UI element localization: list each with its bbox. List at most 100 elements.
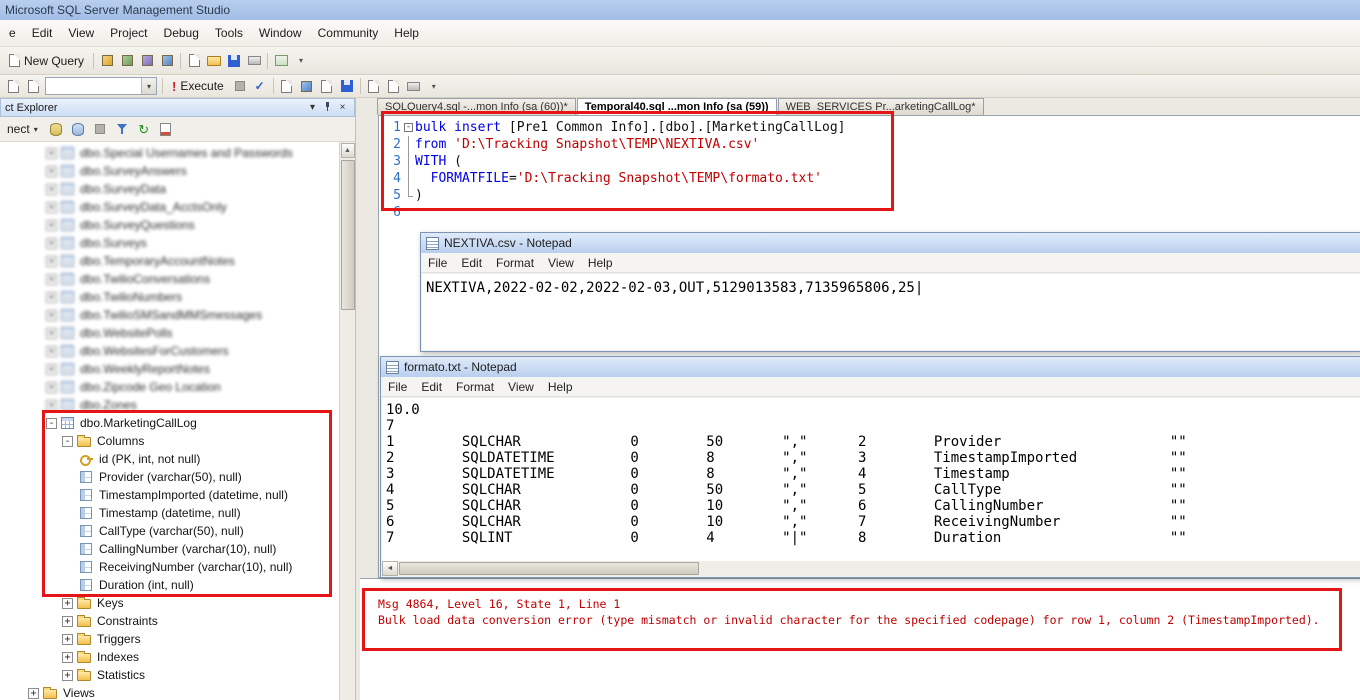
tree-item-column-8[interactable]: Duration (int, null): [0, 576, 339, 594]
notepad-nextiva-title-bar[interactable]: NEXTIVA.csv - Notepad: [421, 233, 1360, 253]
notepad-formato-title-bar[interactable]: formato.txt - Notepad: [381, 357, 1360, 377]
expand-icon[interactable]: +: [46, 201, 57, 213]
formato-txt-content[interactable]: 10.0 7 1 SQLCHAR 0 50 "," 2 Provider "" …: [382, 398, 1360, 561]
csv-menu-edit[interactable]: Edit: [454, 254, 489, 272]
tree-item-table-2[interactable]: + dbo.SurveyAnswers: [0, 162, 339, 180]
nextiva-csv-content[interactable]: NEXTIVA,2022-02-02,2022-02-03,OUT,512901…: [422, 274, 1360, 350]
filter-icon[interactable]: [112, 120, 132, 138]
expand-icon[interactable]: +: [62, 651, 73, 663]
csv-menu-view[interactable]: View: [541, 254, 581, 272]
toolbar-overflow-icon[interactable]: ▾: [291, 52, 311, 70]
results-file-icon[interactable]: [337, 77, 357, 95]
scrollbar-thumb[interactable]: [399, 562, 699, 575]
combobox-dropdown-icon[interactable]: ▾: [141, 78, 156, 94]
expand-icon[interactable]: +: [62, 597, 73, 609]
expand-icon[interactable]: +: [46, 147, 57, 159]
tree-item-column-3[interactable]: TimestampImported (datetime, null): [0, 486, 339, 504]
tree-item-table-4[interactable]: + dbo.SurveyData_AcctsOnly: [0, 198, 339, 216]
code-line-4[interactable]: 4 FORMATFILE='D:\Tracking Snapshot\TEMP\…: [379, 170, 1360, 187]
tree-item-table-11[interactable]: + dbo.WebsitePolls: [0, 324, 339, 342]
stop-icon[interactable]: [90, 120, 110, 138]
comment-icon[interactable]: [364, 77, 384, 95]
tree-item-column-1[interactable]: id (PK, int, not null): [0, 450, 339, 468]
expand-icon[interactable]: +: [46, 237, 57, 249]
expand-icon[interactable]: +: [46, 327, 57, 339]
expand-icon[interactable]: +: [62, 669, 73, 681]
horizontal-scrollbar[interactable]: ◄: [382, 561, 1360, 576]
save-icon[interactable]: [224, 52, 244, 70]
tree-item-column-2[interactable]: Provider (varchar(50), null): [0, 468, 339, 486]
tree-item-folder-indexes[interactable]: + Indexes: [0, 648, 339, 666]
expand-icon[interactable]: +: [46, 381, 57, 393]
tree-item-marketingcalllog[interactable]: - dbo.MarketingCallLog: [0, 414, 339, 432]
connect-button[interactable]: nect ▾: [1, 119, 44, 139]
print-icon[interactable]: [244, 52, 264, 70]
csv-menu-help[interactable]: Help: [581, 254, 620, 272]
tree-item-table-9[interactable]: + dbo.TwilioNumbers: [0, 288, 339, 306]
code-line-2[interactable]: 2 from 'D:\Tracking Snapshot\TEMP\NEXTIVA…: [379, 136, 1360, 153]
mdx-query-icon[interactable]: [137, 52, 157, 70]
server-icon[interactable]: [68, 120, 88, 138]
results-text-icon[interactable]: [317, 77, 337, 95]
database-engine-query-icon[interactable]: [97, 52, 117, 70]
document-tab-2[interactable]: Temporal40.sql ...mon Info (sa (59)): [576, 98, 777, 115]
menu-item-help[interactable]: Help: [386, 21, 427, 45]
tree-item-folder-constraints[interactable]: + Constraints: [0, 612, 339, 630]
tree-item-table-3[interactable]: + dbo.SurveyData: [0, 180, 339, 198]
script-icon[interactable]: [156, 120, 176, 138]
refresh-icon[interactable]: ↻: [134, 120, 154, 138]
tree-item-folder-statistics[interactable]: + Statistics: [0, 666, 339, 684]
tree-item-table-12[interactable]: + dbo.WebsitesForCustomers: [0, 342, 339, 360]
scroll-up-icon[interactable]: ▲: [340, 143, 355, 158]
fmt-menu-view[interactable]: View: [501, 378, 541, 396]
code-line-6[interactable]: 6: [379, 204, 1360, 221]
expand-icon[interactable]: +: [46, 399, 57, 411]
expand-icon[interactable]: +: [46, 219, 57, 231]
menu-item-e[interactable]: e: [1, 21, 24, 45]
toolbar-overflow-icon[interactable]: ▾: [424, 77, 444, 95]
menu-item-tools[interactable]: Tools: [207, 21, 251, 45]
document-tab-3[interactable]: WEB_SERVICES Pr...arketingCallLog*: [777, 98, 984, 115]
expand-icon[interactable]: +: [62, 615, 73, 627]
scrollbar-thumb[interactable]: [340, 160, 355, 310]
tree-item-column-5[interactable]: CallType (varchar(50), null): [0, 522, 339, 540]
tree-item-column-4[interactable]: Timestamp (datetime, null): [0, 504, 339, 522]
menu-item-view[interactable]: View: [60, 21, 102, 45]
tree-item-table-8[interactable]: + dbo.TwilioConversations: [0, 270, 339, 288]
open-file-icon[interactable]: [204, 52, 224, 70]
expand-icon[interactable]: +: [46, 309, 57, 321]
activity-monitor-icon[interactable]: [271, 52, 291, 70]
window-layout-icon[interactable]: [23, 77, 43, 95]
code-line-5[interactable]: 5): [379, 187, 1360, 204]
fmt-menu-file[interactable]: File: [381, 378, 414, 396]
fmt-menu-help[interactable]: Help: [541, 378, 580, 396]
menu-item-project[interactable]: Project: [102, 21, 155, 45]
collapse-icon[interactable]: -: [62, 435, 73, 447]
expand-icon[interactable]: +: [46, 363, 57, 375]
menu-item-window[interactable]: Window: [251, 21, 310, 45]
new-query-button[interactable]: New Query: [3, 51, 90, 71]
expand-icon[interactable]: +: [28, 687, 39, 699]
csv-menu-file[interactable]: File: [421, 254, 454, 272]
query-options-icon[interactable]: [277, 77, 297, 95]
expand-icon[interactable]: +: [46, 273, 57, 285]
scroll-left-icon[interactable]: ◄: [382, 561, 398, 576]
indent-icon[interactable]: [404, 77, 424, 95]
code-line-3[interactable]: 3 WITH (: [379, 153, 1360, 170]
tree-item-folder-triggers[interactable]: + Triggers: [0, 630, 339, 648]
uncomment-icon[interactable]: [384, 77, 404, 95]
execute-button[interactable]: ! Execute: [166, 76, 230, 96]
expand-icon[interactable]: +: [46, 255, 57, 267]
tree-item-table-7[interactable]: + dbo.TemporaryAccountNotes: [0, 252, 339, 270]
fmt-menu-format[interactable]: Format: [449, 378, 501, 396]
csv-menu-format[interactable]: Format: [489, 254, 541, 272]
tree-item-table-6[interactable]: + dbo.Surveys: [0, 234, 339, 252]
tree-item-table-13[interactable]: + dbo.WeeklyReportNotes: [0, 360, 339, 378]
tree-item-folder-keys[interactable]: + Keys: [0, 594, 339, 612]
object-explorer-scrollbar[interactable]: ▲: [339, 142, 355, 700]
tree-item-table-1[interactable]: + dbo.Special Usernames and Passwords: [0, 144, 339, 162]
tree-item-views-folder[interactable]: + Views: [0, 684, 339, 700]
tree-item-table-15[interactable]: + dbo.Zones: [0, 396, 339, 414]
parse-icon[interactable]: ✓: [250, 77, 270, 95]
new-document-icon[interactable]: [184, 52, 204, 70]
